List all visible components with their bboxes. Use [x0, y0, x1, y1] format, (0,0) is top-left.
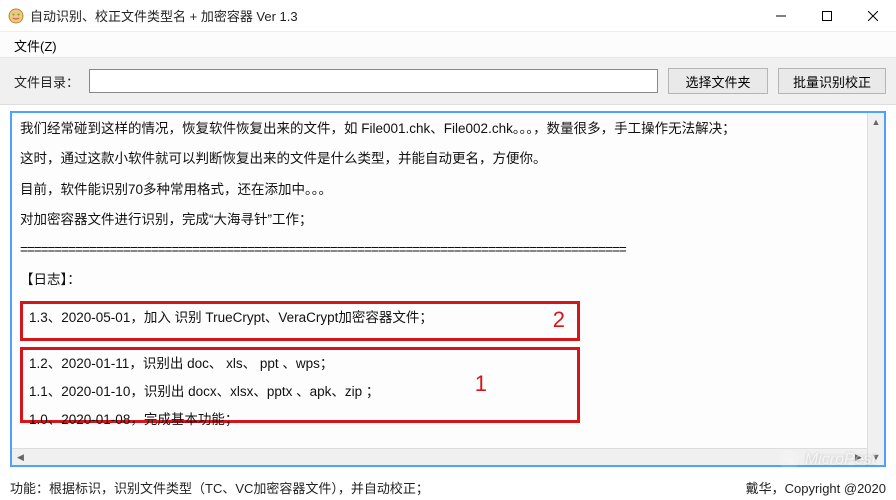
window-controls [758, 0, 896, 31]
close-button[interactable] [850, 0, 896, 31]
app-icon [8, 8, 24, 24]
intro-line-1: 我们经常碰到这样的情况，恢复软件恢复出来的文件，如 File001.chk、Fi… [20, 119, 876, 139]
changelog-entry: 1.2、2020-01-11，识别出 doc、 xls、 ppt 、wps； [29, 354, 571, 374]
changelog-entry: 1.0、2020-01-08，完成基本功能； [29, 410, 571, 430]
intro-line-3: 目前，软件能识别70多种常用格式，还在添加中。。。 [20, 180, 876, 200]
log-heading: 【日志】： [20, 270, 876, 290]
scroll-left-icon[interactable]: ◀ [12, 449, 29, 465]
intro-line-4: 对加密容器文件进行识别，完成“大海寻针”工作； [20, 210, 876, 230]
status-right: 戴华，Copyright @2020 [746, 478, 886, 497]
maximize-button[interactable] [804, 0, 850, 31]
dir-input[interactable] [89, 69, 658, 93]
intro-line-2: 这时，通过这款小软件就可以判断恢复出来的文件是什么类型，并能自动更名，方便你。 [20, 149, 876, 169]
scroll-up-icon[interactable]: ▲ [868, 113, 884, 130]
changelog-entry: 1.3、2020-05-01，加入 识别 TrueCrypt、VeraCrypt… [29, 308, 571, 328]
changelog-box-1: 1.2、2020-01-11，识别出 doc、 xls、 ppt 、wps； 1… [20, 347, 580, 423]
changelog-box-2: 1.3、2020-05-01，加入 识别 TrueCrypt、VeraCrypt… [20, 301, 580, 341]
choose-folder-button[interactable]: 选择文件夹 [668, 68, 768, 94]
batch-recognize-button[interactable]: 批量识别校正 [778, 68, 886, 94]
scroll-down-icon[interactable]: ▼ [868, 448, 884, 465]
dir-label: 文件目录： [14, 72, 79, 91]
vertical-scrollbar[interactable]: ▲ ▼ [867, 113, 884, 465]
menu-file[interactable]: 文件(Z) [8, 37, 63, 56]
content-text: 我们经常碰到这样的情况，恢复软件恢复出来的文件，如 File001.chk、Fi… [12, 113, 884, 465]
horizontal-scrollbar[interactable]: ◀ ▶ [12, 448, 867, 465]
window-title: 自动识别、校正文件类型名 + 加密容器 Ver 1.3 [30, 6, 758, 25]
status-left: 功能：根据标识，识别文件类型（TC、VC加密容器文件），并自动校正； [10, 478, 429, 497]
changelog-entry: 1.1、2020-01-10，识别出 docx、xlsx、pptx 、apk、z… [29, 382, 571, 402]
titlebar: 自动识别、校正文件类型名 + 加密容器 Ver 1.3 [0, 0, 896, 32]
annotation-2: 2 [553, 303, 565, 336]
separator-line: ========================================… [20, 240, 876, 260]
toolbar: 文件目录： 选择文件夹 批量识别校正 [0, 58, 896, 105]
scroll-right-icon[interactable]: ▶ [850, 449, 867, 465]
annotation-1: 1 [475, 367, 487, 400]
minimize-button[interactable] [758, 0, 804, 31]
content-panel: 我们经常碰到这样的情况，恢复软件恢复出来的文件，如 File001.chk、Fi… [10, 111, 886, 467]
menubar: 文件(Z) [0, 32, 896, 58]
statusbar: 功能：根据标识，识别文件类型（TC、VC加密容器文件），并自动校正； 戴华，Co… [0, 474, 896, 500]
